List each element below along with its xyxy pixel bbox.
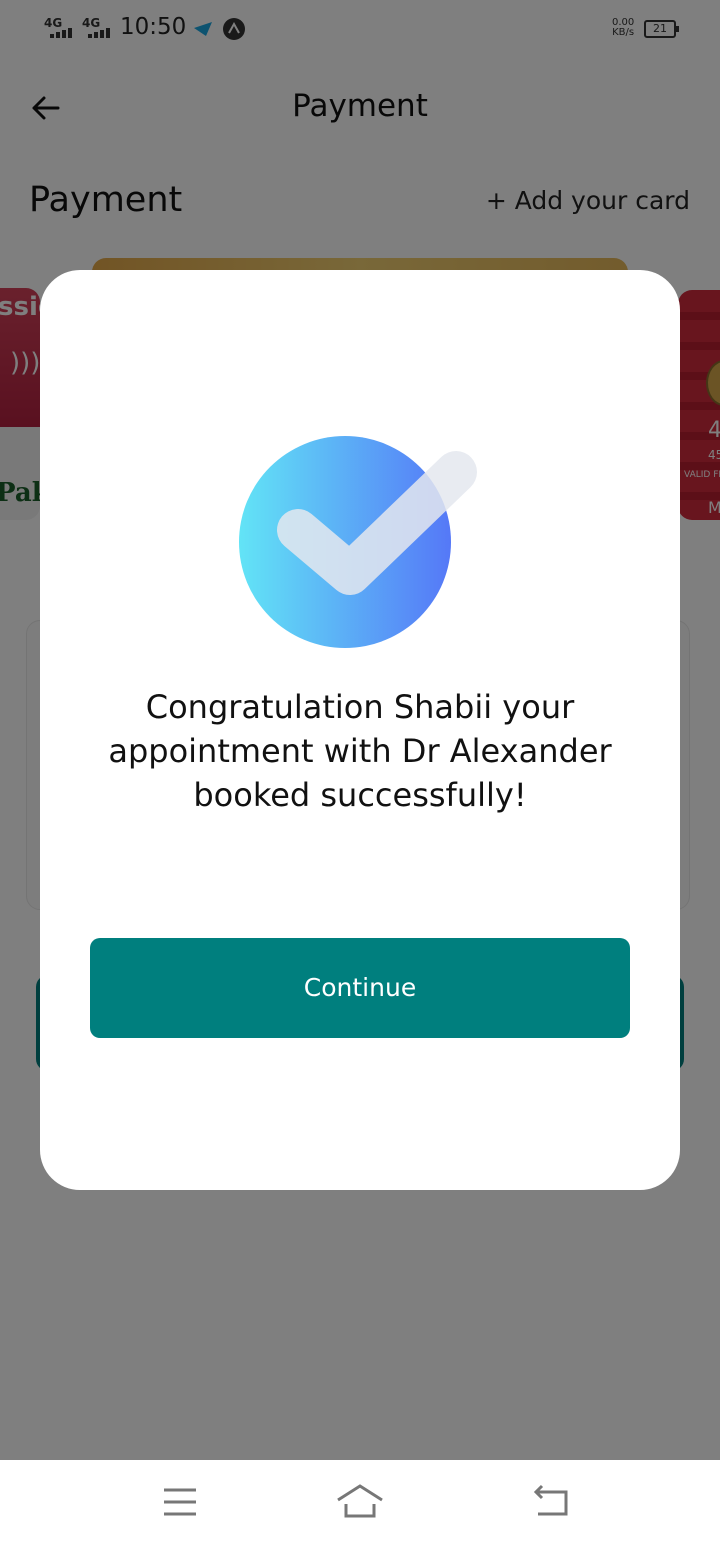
system-nav-bar — [0, 1460, 720, 1544]
success-dialog: Congratulation Shabii your appointment w… — [40, 270, 680, 1190]
back-icon[interactable] — [530, 1482, 570, 1522]
menu-icon[interactable] — [160, 1482, 200, 1522]
success-message: Congratulation Shabii your appointment w… — [108, 688, 612, 814]
continue-button[interactable]: Continue — [90, 938, 630, 1038]
home-icon[interactable] — [336, 1482, 384, 1522]
check-circle-icon — [239, 436, 477, 648]
